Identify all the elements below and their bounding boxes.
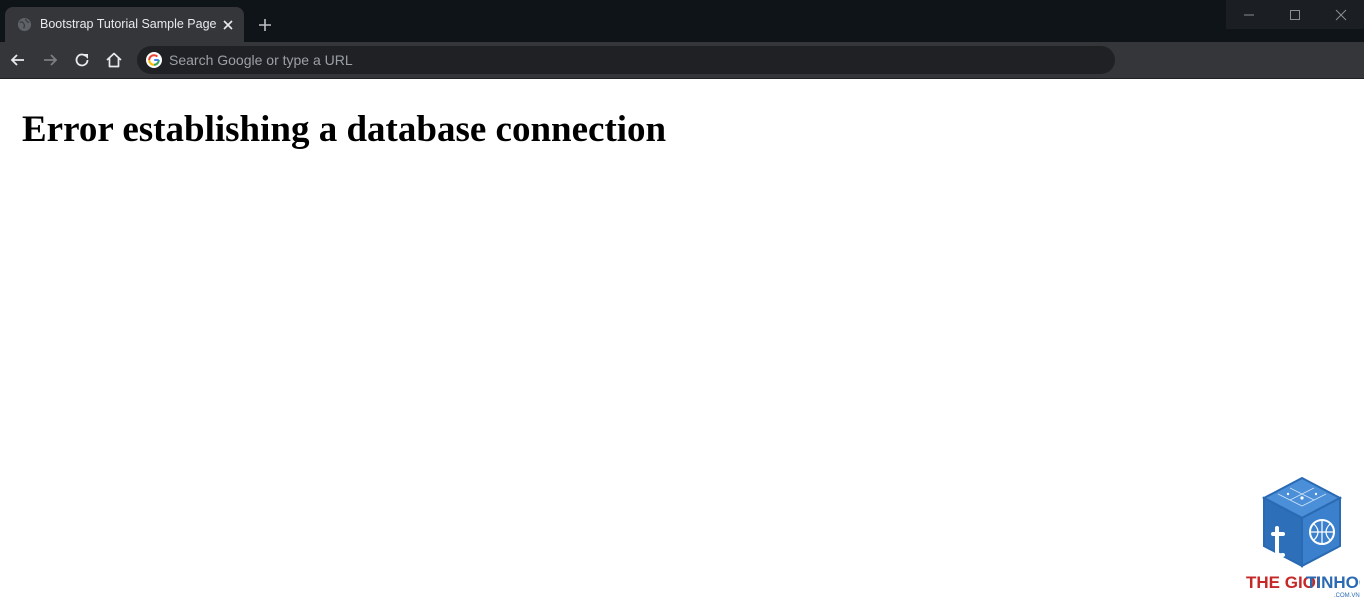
tab-title: Bootstrap Tutorial Sample Page [40, 17, 217, 31]
toolbar [0, 42, 1364, 79]
tab-strip: Bootstrap Tutorial Sample Page [0, 0, 1364, 42]
cube-icon [1261, 476, 1343, 568]
arrow-left-icon[interactable] [8, 50, 28, 70]
reload-icon[interactable] [72, 50, 92, 70]
arrow-right-icon[interactable] [40, 50, 60, 70]
window-controls [1226, 0, 1364, 29]
minimize-icon [1244, 14, 1254, 16]
address-input[interactable] [169, 50, 1069, 70]
plus-icon[interactable] [256, 16, 274, 34]
maximize-button[interactable] [1272, 0, 1318, 29]
browser-window: Bootstrap Tutorial Sample Page Search Go… [0, 0, 1364, 600]
globe-icon [17, 17, 32, 32]
window-close-button[interactable] [1318, 0, 1364, 29]
tab-active[interactable]: Bootstrap Tutorial Sample Page [5, 7, 244, 42]
page-title: Error establishing a database connection [22, 109, 667, 150]
omnibox[interactable] [137, 46, 1115, 74]
maximize-icon [1290, 10, 1300, 20]
watermark-domain: .COM.VN [1334, 593, 1360, 599]
home-icon[interactable] [104, 50, 124, 70]
minimize-button[interactable] [1226, 0, 1272, 29]
watermark-brand-blue: TINHOC [1306, 573, 1360, 592]
window-close-icon [1335, 9, 1347, 21]
close-icon[interactable] [220, 17, 236, 33]
google-icon [146, 52, 162, 68]
watermark-logo: THE GIOI TINHOC .COM.VN [1246, 476, 1360, 599]
page-viewport: Error establishing a database connection [0, 79, 1364, 600]
